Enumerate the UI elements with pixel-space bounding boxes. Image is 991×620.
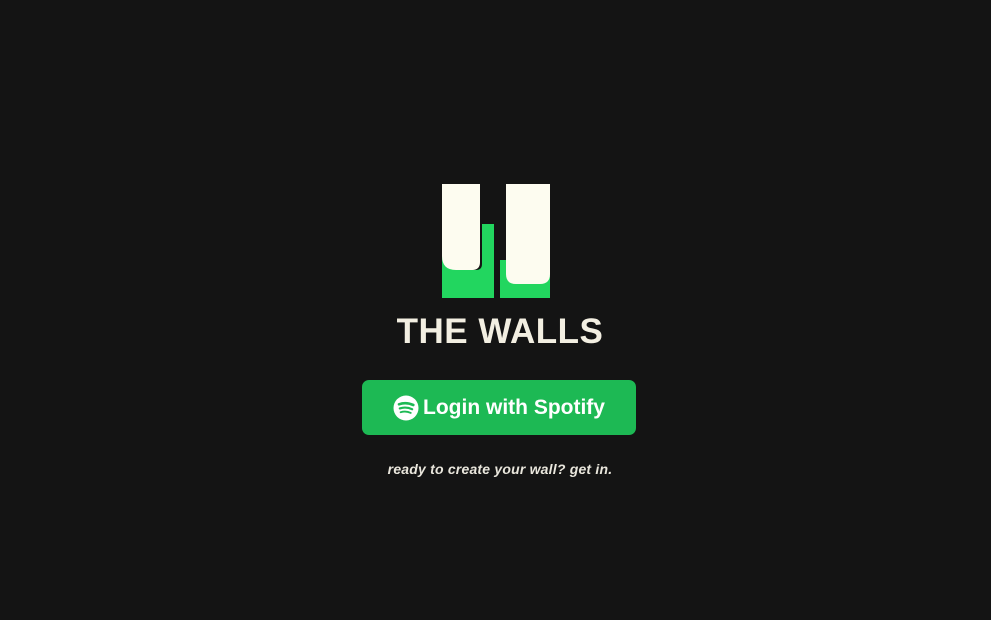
logo-panel-right <box>506 184 550 284</box>
login-page: THE WALLS Login with Spotify ready to cr… <box>0 0 991 620</box>
logo-panel-left <box>442 184 480 270</box>
app-title: THE WALLS <box>396 312 604 351</box>
walls-logo-icon <box>442 184 552 300</box>
login-with-spotify-button[interactable]: Login with Spotify <box>362 380 636 435</box>
login-button-label: Login with Spotify <box>423 395 605 419</box>
spotify-icon <box>393 395 419 420</box>
tagline: ready to create your wall? get in. <box>387 461 613 477</box>
